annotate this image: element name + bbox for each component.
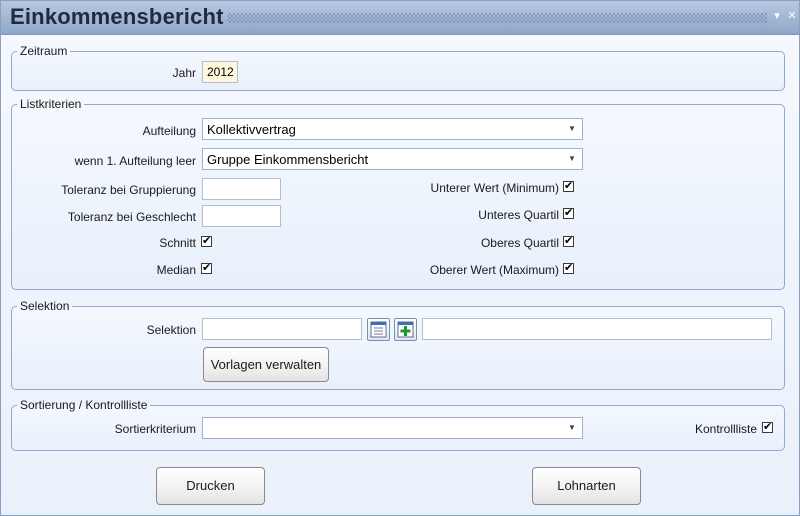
aufteilung-dropdown[interactable]: Kollektivvertrag ▼ [202, 118, 583, 140]
sortierkriterium-label: Sortierkriterium [114, 422, 196, 436]
window-title: Einkommensbericht [10, 4, 224, 29]
drucken-button[interactable]: Drucken [156, 467, 265, 505]
vorlagen-verwalten-button[interactable]: Vorlagen verwalten [203, 347, 329, 382]
close-icon[interactable]: ✕ [786, 10, 798, 22]
lohnarten-button[interactable]: Lohnarten [532, 467, 641, 505]
list-icon[interactable] [367, 318, 390, 341]
chevron-down-icon[interactable]: ▼ [565, 420, 579, 436]
wenn-leer-value: Gruppe Einkommensbericht [207, 152, 369, 167]
oberer-wert-checkbox[interactable]: ✔ [563, 263, 574, 274]
oberer-wert-label: Oberer Wert (Maximum) [429, 263, 559, 277]
unterer-wert-checkbox[interactable]: ✔ [563, 181, 574, 192]
schnitt-checkbox[interactable]: ✔ [201, 236, 212, 247]
einkommensbericht-window: Einkommensbericht ▾ ✕ Zeitraum Jahr 2012… [0, 0, 800, 516]
toleranz-geschlecht-label: Toleranz bei Geschlecht [67, 210, 196, 224]
sortierung-legend: Sortierung / Kontrollliste [20, 398, 148, 412]
title-bar: Einkommensbericht ▾ ✕ [1, 1, 799, 35]
median-checkbox[interactable]: ✔ [201, 263, 212, 274]
aufteilung-value: Kollektivvertrag [207, 122, 296, 137]
unteres-quartil-label: Unteres Quartil [478, 208, 559, 222]
selektion-group: Selektion [11, 299, 785, 390]
kontrollliste-checkbox[interactable]: ✔ [762, 422, 773, 433]
title-bar-pattern [227, 13, 767, 23]
toleranz-gruppierung-label: Toleranz bei Gruppierung [61, 183, 196, 197]
kontrollliste-label: Kontrollliste [694, 422, 757, 436]
selektion-label: Selektion [146, 323, 196, 337]
toleranz-geschlecht-input[interactable] [202, 205, 281, 227]
chevron-down-icon[interactable]: ▼ [565, 151, 579, 167]
minimize-icon[interactable]: ▾ [771, 10, 783, 22]
selektion-legend: Selektion [20, 299, 70, 313]
schnitt-label: Schnitt [159, 236, 196, 250]
unteres-quartil-checkbox[interactable]: ✔ [563, 208, 574, 219]
oberes-quartil-label: Oberes Quartil [480, 236, 559, 250]
selektion-input[interactable] [202, 318, 362, 340]
aufteilung-label: Aufteilung [142, 124, 196, 138]
oberes-quartil-checkbox[interactable]: ✔ [563, 236, 574, 247]
median-label: Median [156, 263, 196, 277]
jahr-input[interactable]: 2012 [202, 61, 238, 83]
jahr-label: Jahr [172, 66, 196, 80]
chevron-down-icon[interactable]: ▼ [565, 121, 579, 137]
unterer-wert-label: Unterer Wert (Minimum) [430, 181, 559, 195]
selektion-text-input[interactable] [422, 318, 772, 340]
toleranz-gruppierung-input[interactable] [202, 178, 281, 200]
sortierkriterium-dropdown[interactable]: ▼ [202, 417, 583, 439]
wenn-leer-dropdown[interactable]: Gruppe Einkommensbericht ▼ [202, 148, 583, 170]
zeitraum-legend: Zeitraum [20, 44, 68, 58]
add-icon[interactable] [394, 318, 417, 341]
wenn-leer-label: wenn 1. Aufteilung leer [74, 154, 196, 168]
listkriterien-legend: Listkriterien [20, 97, 82, 111]
